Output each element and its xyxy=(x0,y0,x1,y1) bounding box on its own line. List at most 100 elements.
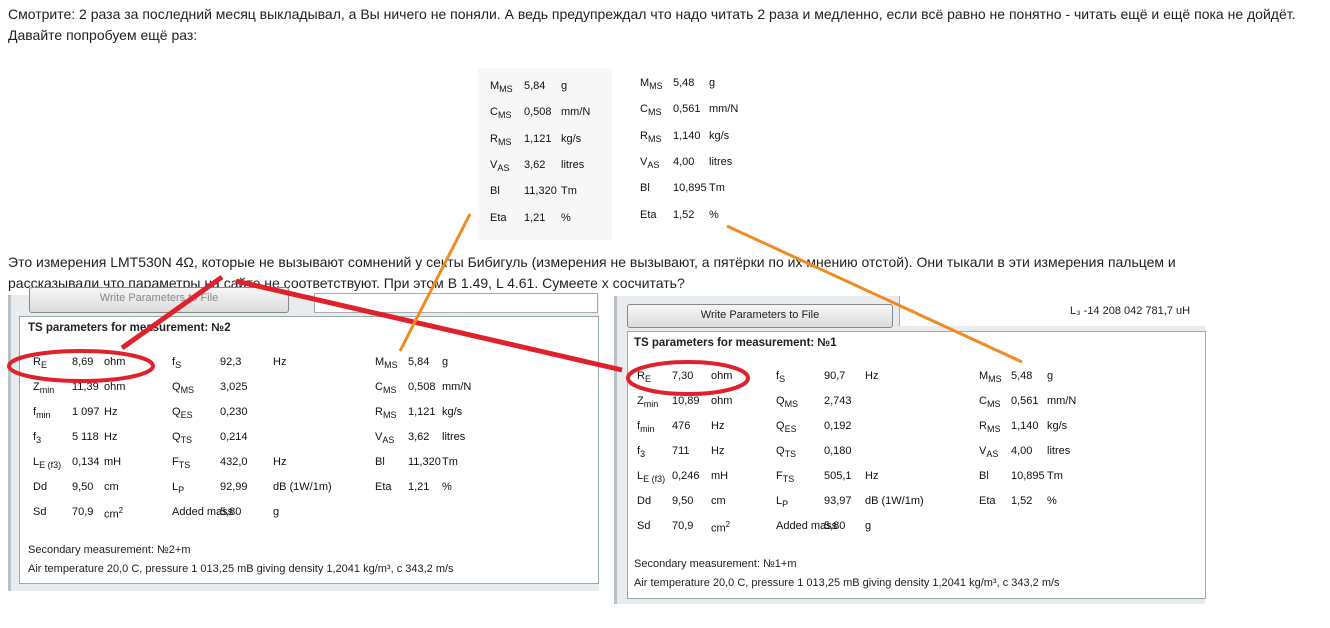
ts-param-unit: mm/N xyxy=(1047,395,1077,407)
ts-param-label: MMS xyxy=(375,356,398,370)
post-text: Давайте попробуем ещё раз: xyxy=(8,26,198,43)
ts-param-label: Bl xyxy=(375,456,385,468)
ts-param-unit: Hz xyxy=(865,370,879,382)
snippet-param-label: Bl xyxy=(490,185,500,197)
symbol: Sd xyxy=(33,506,47,518)
snippet-param-unit: % xyxy=(709,208,719,221)
symbol: Q xyxy=(172,431,181,443)
snippet-param-label: RMS xyxy=(490,133,511,147)
symbol: R xyxy=(640,129,648,142)
ts-param-value: 3,62 xyxy=(408,431,430,443)
snippet-param-value: 1,140 xyxy=(673,129,701,142)
ts-param-label: RE xyxy=(637,370,651,384)
ts-param-value: 3,025 xyxy=(220,381,248,393)
snippet-param-value: 10,895 xyxy=(673,182,707,195)
write-parameters-button[interactable]: Write Parameters to File xyxy=(29,287,289,313)
ts-param-unit: Hz xyxy=(711,420,725,432)
post-paragraph-1: Смотрите: 2 раза за последний месяц выкл… xyxy=(8,4,1328,45)
ts-param-unit: mH xyxy=(711,470,729,482)
ts-param-unit: Hz xyxy=(104,406,118,418)
ts-param-label: Zmin xyxy=(33,381,54,395)
panel-title: TS parameters for measurement: №1 xyxy=(634,337,837,349)
subscript: MS xyxy=(986,424,1001,434)
ts-param-unit: mm/N xyxy=(442,381,472,393)
ts-param-unit: Hz xyxy=(273,356,287,368)
subscript: MS xyxy=(382,410,397,420)
ts-param-value: 0,508 xyxy=(408,381,436,393)
ts-param-value: 0,180 xyxy=(824,445,852,457)
ts-param-unit: kg/s xyxy=(442,406,463,418)
symbol: Q xyxy=(172,381,181,393)
symbol: Q xyxy=(776,420,785,432)
snippet-param-value: 0,561 xyxy=(673,103,701,116)
snippet-param-label: Eta xyxy=(490,212,507,224)
subscript: MS xyxy=(986,399,1001,409)
symbol: Eta xyxy=(979,495,996,507)
subscript: MS xyxy=(497,136,512,147)
ts-param-value: 93,97 xyxy=(824,495,852,507)
ts-param-value: 0,192 xyxy=(824,420,852,432)
subscript: E xyxy=(644,374,651,384)
subscript: ES xyxy=(784,424,797,434)
ts-param-label: f3 xyxy=(637,445,645,459)
subscript: 3 xyxy=(640,449,646,459)
air-conditions: Air temperature 20,0 C, pressure 1 013,2… xyxy=(634,577,1060,589)
ts-param-unit: litres xyxy=(442,431,466,443)
subscript: min xyxy=(36,410,51,420)
ts-param-value: 90,7 xyxy=(824,370,846,382)
subscript: ES xyxy=(180,410,193,420)
ts-param-label: f3 xyxy=(33,431,41,445)
symbol: Eta xyxy=(375,481,392,493)
ts-param-unit: Tm xyxy=(442,456,458,468)
subscript: TS xyxy=(782,474,795,484)
symbol: R xyxy=(490,132,498,145)
ts-param-value: 4,00 xyxy=(1011,445,1033,457)
ts-param-label: Eta xyxy=(979,495,996,507)
symbol: C xyxy=(640,103,648,116)
ts-param-unit: Hz xyxy=(273,456,287,468)
ts-param-unit: Tm xyxy=(1047,470,1063,482)
ts-param-value: 1,52 xyxy=(1011,495,1033,507)
write-parameters-button[interactable]: Write Parameters to File xyxy=(627,304,893,328)
snippet-param-value: 4,00 xyxy=(673,155,695,168)
ts-param-value: 5,80 xyxy=(220,506,242,518)
ts-param-unit: kg/s xyxy=(1047,420,1068,432)
subscript: AS xyxy=(986,449,999,459)
snippet-param-value: 0,508 xyxy=(524,106,552,119)
subscript: min xyxy=(640,424,655,434)
ts-param-label: CMS xyxy=(979,395,1000,409)
info-box xyxy=(314,293,598,313)
subscript: MS xyxy=(382,385,397,395)
subscript: P xyxy=(178,485,185,495)
subscript: MS xyxy=(180,385,195,395)
snippet-param-unit: mm/N xyxy=(561,106,591,119)
ts-param-label: CMS xyxy=(375,381,396,395)
ts-param-label: RMS xyxy=(979,420,1000,434)
subscript: E xyxy=(40,360,47,370)
snippet-param-label: VAS xyxy=(490,159,509,173)
symbol: Bl xyxy=(640,182,650,195)
inductance-box: L₃ -14 208 042 781,7 uH xyxy=(899,296,1206,326)
ts-param-unit: % xyxy=(442,481,452,493)
ts-param-label: QES xyxy=(172,406,193,420)
ts-param-label: Dd xyxy=(637,495,651,507)
ts-param-value: 92,3 xyxy=(220,356,242,368)
ts-param-label: Zmin xyxy=(637,395,658,409)
ts-param-value: 476 xyxy=(672,420,691,432)
subscript: S xyxy=(779,374,786,384)
ts-param-label: LE (f3) xyxy=(33,456,61,470)
subscript: AS xyxy=(647,159,660,170)
subscript: MS xyxy=(647,133,662,144)
ts-param-unit: dB (1W/1m) xyxy=(273,481,332,493)
subscript: AS xyxy=(497,162,510,173)
ts-param-unit: litres xyxy=(1047,445,1071,457)
ts-param-unit: ohm xyxy=(711,370,733,382)
ts-param-label: Eta xyxy=(375,481,392,493)
snippet-param-value: 1,121 xyxy=(524,132,552,145)
subscript: MS xyxy=(649,81,663,91)
ts-param-label: FTS xyxy=(776,470,794,484)
ts-param-label: QMS xyxy=(776,395,798,409)
ts-param-label: VAS xyxy=(375,431,394,445)
ts-param-label: QTS xyxy=(172,431,192,445)
secondary-measurement: Secondary measurement: №2+m xyxy=(28,544,191,556)
